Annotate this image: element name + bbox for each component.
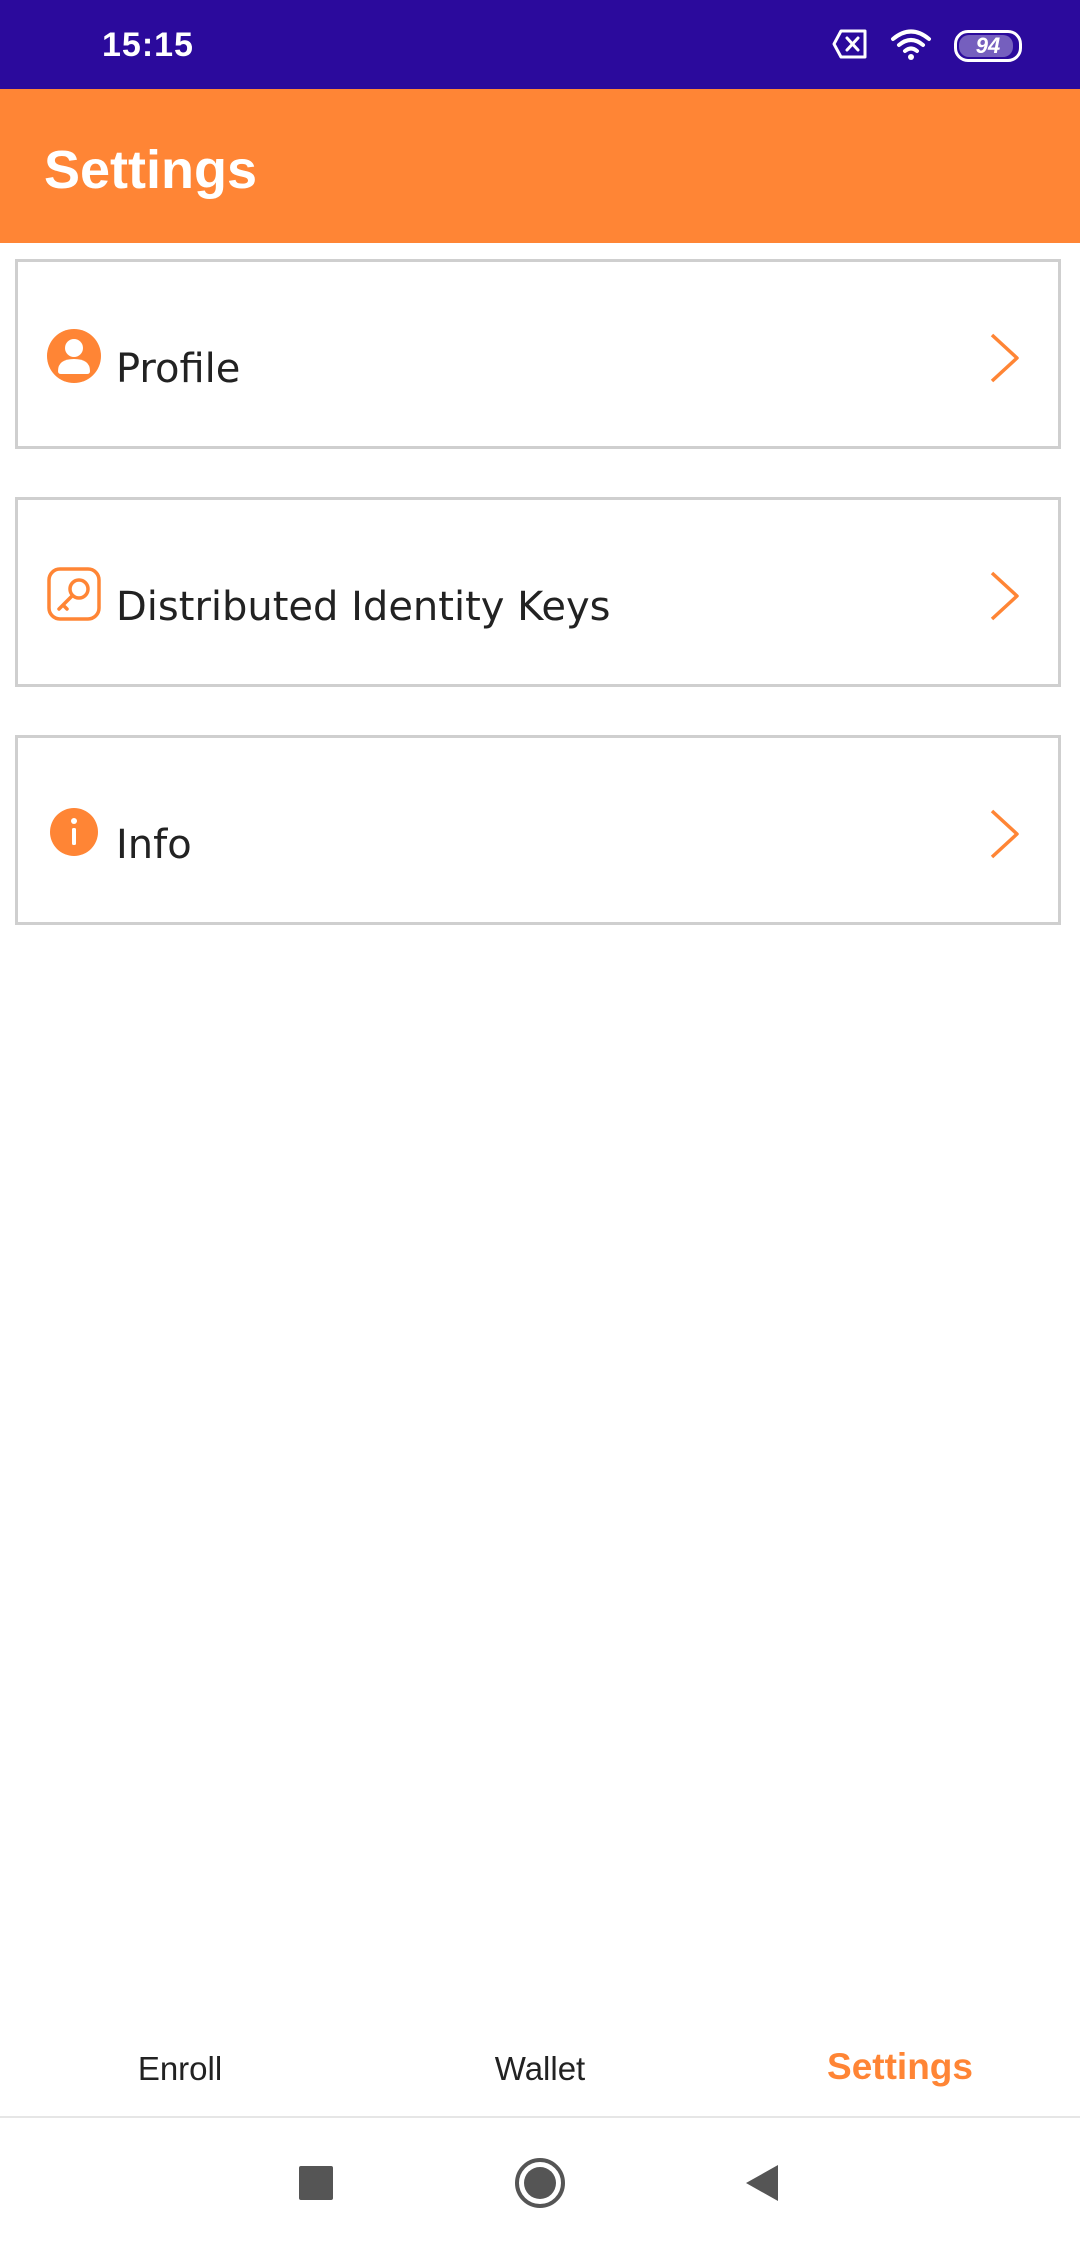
home-button[interactable] — [505, 2148, 575, 2218]
bottom-nav: Enroll Wallet Settings — [0, 2020, 1080, 2116]
page-title: Settings — [44, 140, 258, 200]
back-button[interactable] — [727, 2148, 797, 2218]
settings-item-label: Distributed Identity Keys — [116, 584, 611, 630]
settings-item-identity-keys[interactable]: Distributed Identity Keys — [15, 497, 1061, 687]
battery-percent: 94 — [975, 33, 1001, 58]
system-nav-bar — [0, 2118, 1080, 2246]
app-bar: Settings — [0, 89, 1080, 243]
key-square-icon — [46, 566, 102, 622]
no-sim-icon — [832, 29, 868, 64]
recent-apps-button[interactable] — [281, 2148, 351, 2218]
status-time: 15:15 — [102, 26, 194, 64]
info-circle-icon — [46, 804, 102, 860]
nav-tab-settings[interactable]: Settings — [720, 2046, 1080, 2088]
battery-icon: 94 — [954, 30, 1022, 62]
chevron-right-icon — [986, 570, 1022, 622]
status-bar: 15:15 94 — [0, 0, 1080, 89]
chevron-right-icon — [986, 332, 1022, 384]
settings-item-label: Info — [116, 822, 192, 868]
nav-tab-enroll[interactable]: Enroll — [0, 2050, 360, 2088]
screen: 15:15 94 Settings Profile Distributed Id… — [0, 0, 1080, 2246]
settings-item-profile[interactable]: Profile — [15, 259, 1061, 449]
person-circle-icon — [46, 328, 102, 384]
status-icons: 94 — [832, 24, 1022, 68]
wifi-icon — [890, 28, 932, 65]
settings-item-info[interactable]: Info — [15, 735, 1061, 925]
chevron-right-icon — [986, 808, 1022, 860]
settings-item-label: Profile — [116, 346, 241, 392]
nav-tab-wallet[interactable]: Wallet — [360, 2050, 720, 2088]
